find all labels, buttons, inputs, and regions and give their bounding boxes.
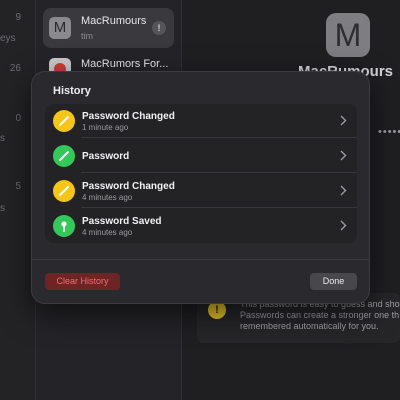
sidebar-label: s xyxy=(0,133,5,144)
count-label: 26 xyxy=(9,63,21,74)
pencil-icon xyxy=(53,145,75,167)
dialog-divider xyxy=(32,259,369,260)
history-item-title: Password Changed xyxy=(82,181,175,192)
password-mask: ••••• xyxy=(378,126,400,138)
chevron-right-icon xyxy=(340,185,347,196)
history-item-time: 4 minutes ago xyxy=(82,193,133,202)
count-label: 9 xyxy=(15,12,21,23)
dialog-title: History xyxy=(53,85,91,97)
done-button[interactable]: Done xyxy=(310,273,357,290)
sidebar-label: s xyxy=(0,203,5,214)
chevron-right-icon xyxy=(340,220,347,231)
chevron-right-icon xyxy=(340,115,347,126)
clear-history-button[interactable]: Clear History xyxy=(45,273,120,290)
list-item-title: MacRumours xyxy=(81,15,147,27)
window: 9 eys 26 0 s 5 s M MacRumours tim ! MacR… xyxy=(0,0,400,400)
history-item-time: 4 minutes ago xyxy=(82,228,133,237)
history-item[interactable]: Password Changed 1 minute ago xyxy=(45,104,357,138)
history-item-time: 1 minute ago xyxy=(82,123,129,132)
list-item[interactable]: M MacRumours tim ! xyxy=(43,8,174,48)
site-icon-large: M xyxy=(326,13,370,57)
key-icon xyxy=(53,215,75,237)
history-item[interactable]: Password xyxy=(45,139,357,173)
history-item-title: Password Saved xyxy=(82,216,162,227)
pencil-icon xyxy=(53,180,75,202)
history-item-title: Password Changed xyxy=(82,111,175,122)
list-item-title: MacRumors For... xyxy=(81,58,169,70)
history-item[interactable]: Password Changed 4 minutes ago xyxy=(45,174,357,208)
sidebar-label: eys xyxy=(0,33,16,44)
site-icon: M xyxy=(49,17,71,39)
pencil-icon xyxy=(53,110,75,132)
history-dialog: History Password Changed 1 minute ago Pa… xyxy=(31,71,370,304)
count-label: 0 xyxy=(15,113,21,124)
list-item-subtitle: tim xyxy=(81,31,93,41)
count-label: 5 xyxy=(15,181,21,192)
chevron-right-icon xyxy=(340,150,347,161)
history-item[interactable]: Password Saved 4 minutes ago xyxy=(45,209,357,243)
history-item-title: Password xyxy=(82,151,130,162)
warning-badge-icon: ! xyxy=(152,21,166,35)
history-list: Password Changed 1 minute ago Password P… xyxy=(45,104,357,243)
